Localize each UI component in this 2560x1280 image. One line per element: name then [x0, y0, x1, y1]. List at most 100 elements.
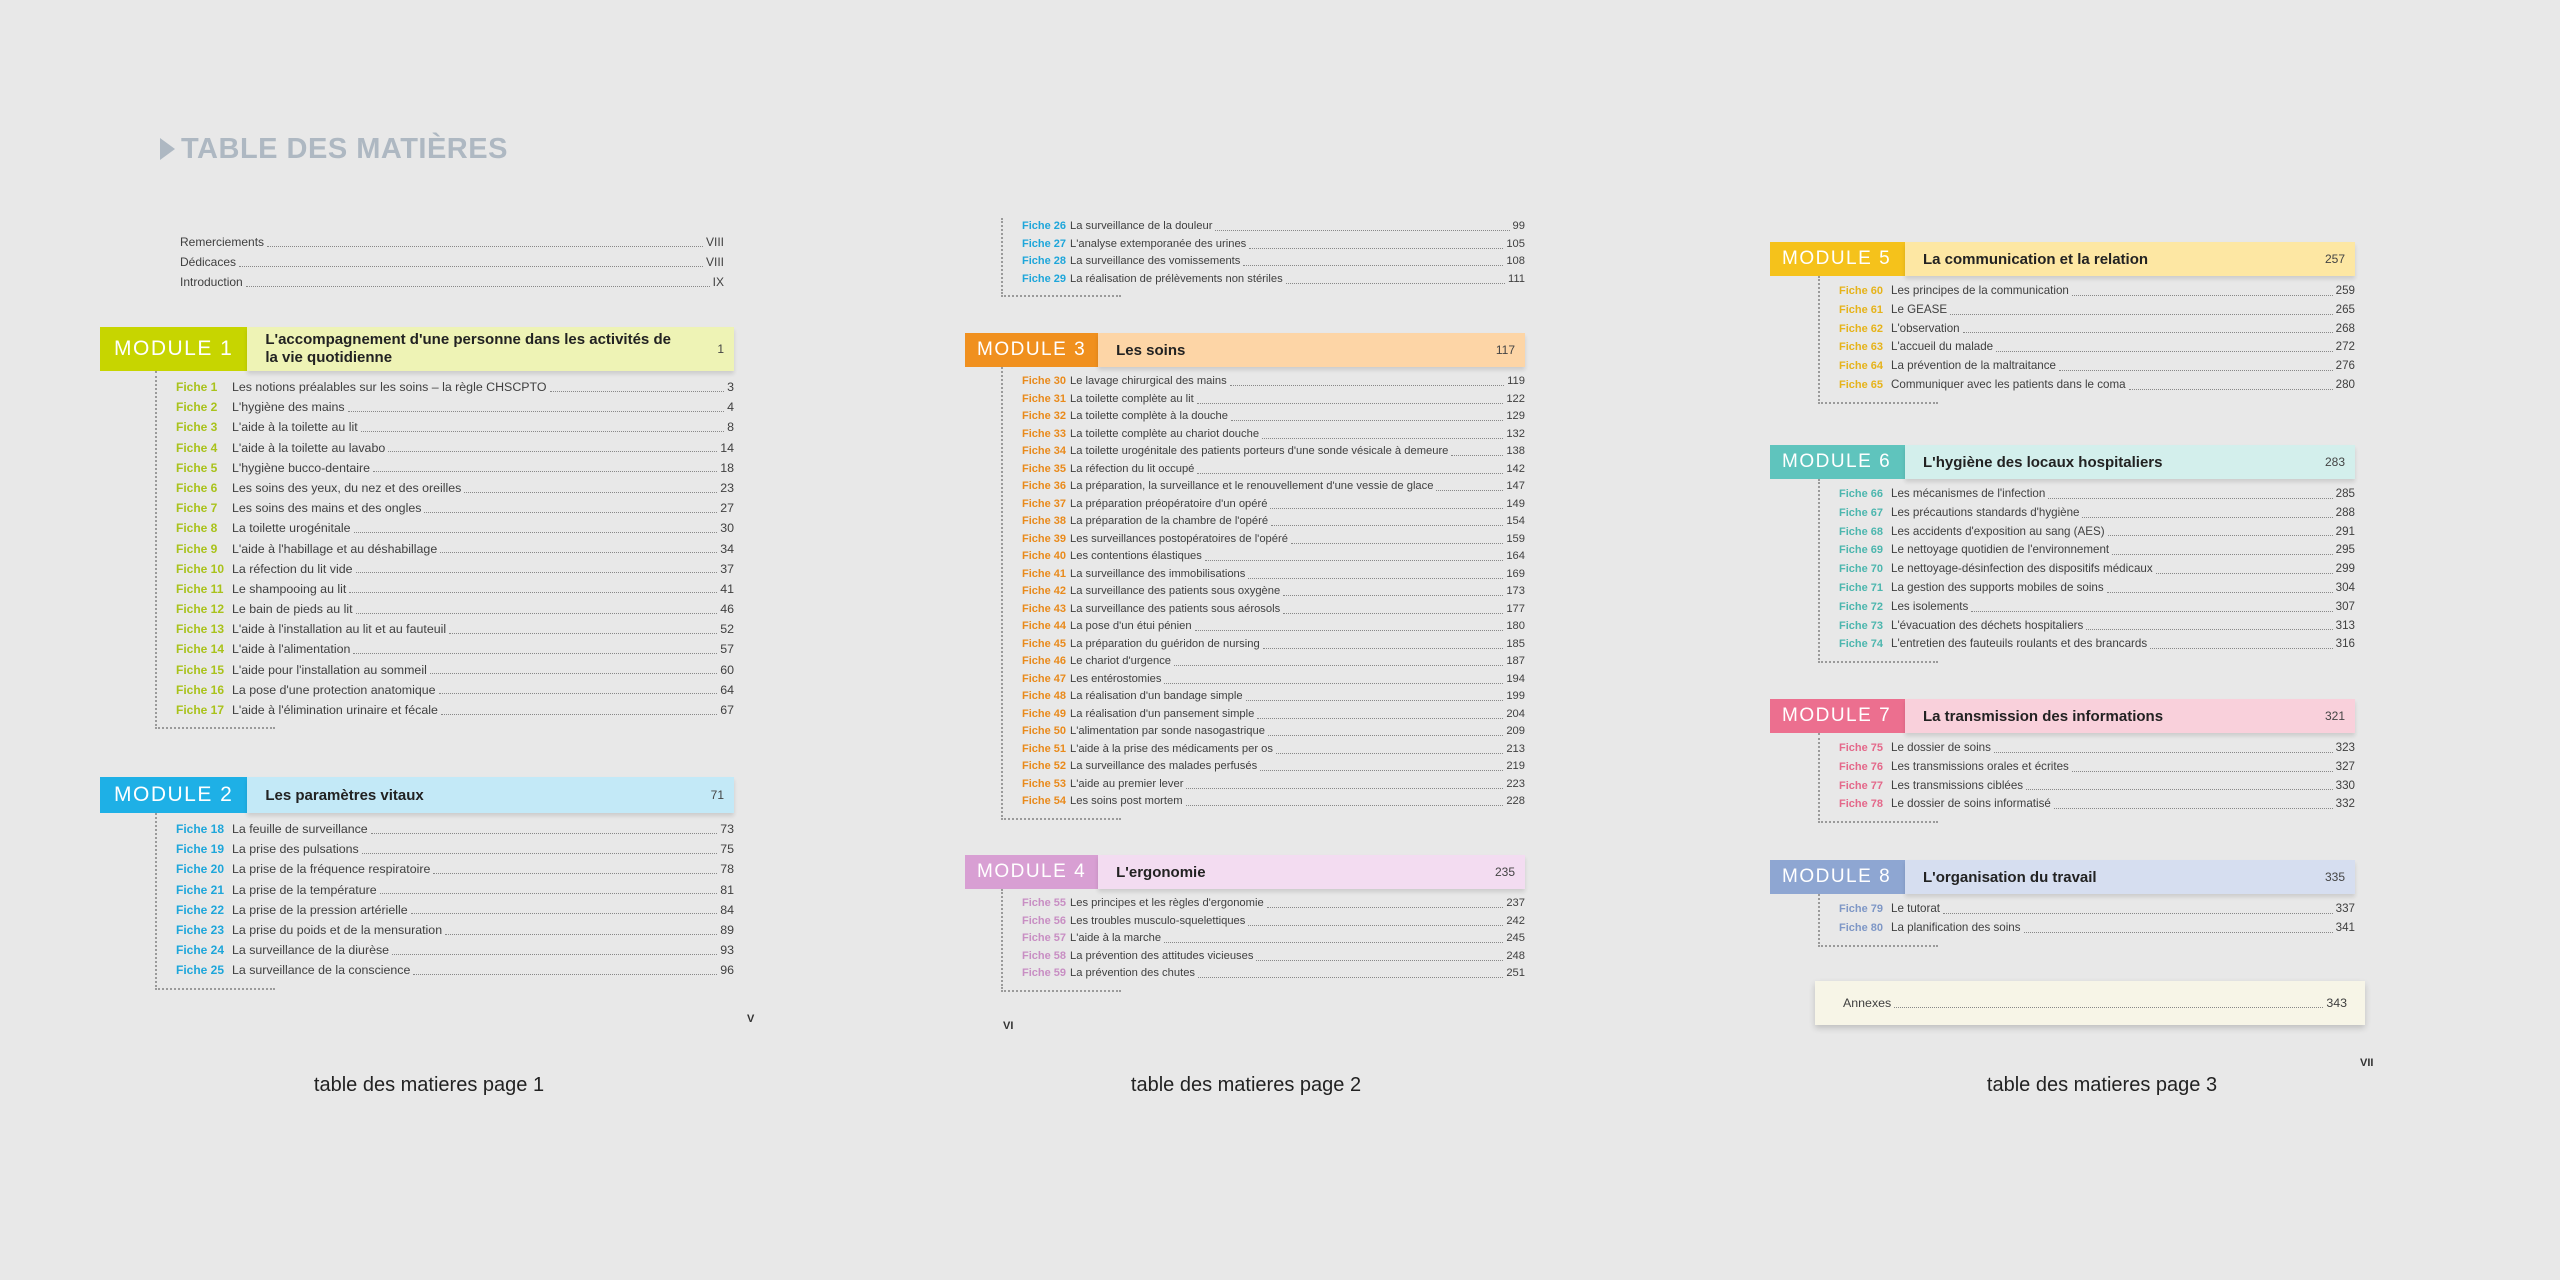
toc-row[interactable]: Fiche 65 Communiquer avec les patients da… [1839, 376, 2355, 395]
toc-row[interactable]: Fiche 16 La pose d'une protection anatomi… [176, 680, 734, 700]
toc-row[interactable]: Fiche 72 Les isolements 307 [1839, 598, 2355, 617]
toc-row[interactable]: Fiche 60 Les principes de la communicatio… [1839, 282, 2355, 301]
entry-title: L'aide à l'habillage et au déshabillage [232, 541, 438, 556]
toc-row[interactable]: Fiche 26 La surveillance de la douleur 99 [1022, 218, 1525, 236]
toc-row[interactable]: Fiche 52 La surveillance des malades perf… [1022, 758, 1525, 776]
toc-row[interactable]: Fiche 61 Le GEASE 265 [1839, 301, 2355, 320]
toc-row[interactable]: Fiche 78 Le dossier de soins informatisé 3… [1839, 795, 2355, 814]
module-header[interactable]: MODULE 3 Les soins 117 [965, 333, 1525, 367]
toc-row[interactable]: Fiche 41 La surveillance des immobilisati… [1022, 566, 1525, 584]
toc-row[interactable]: Fiche 76 Les transmissions orales et écri… [1839, 758, 2355, 777]
toc-row[interactable]: Fiche 73 L'évacuation des déchets hospita… [1839, 617, 2355, 636]
toc-row[interactable]: Fiche 2 L'hygiène des mains 4 [176, 397, 734, 417]
module-header[interactable]: MODULE 7 La transmission des informations… [1770, 699, 2355, 733]
entry-page: VIII [705, 255, 724, 270]
toc-row[interactable]: Fiche 11 Le shampooing au lit 41 [176, 579, 734, 599]
toc-row[interactable]: Fiche 40 Les contentions élastiques 164 [1022, 548, 1525, 566]
toc-row[interactable]: Dédicaces VIII [180, 252, 724, 272]
toc-row[interactable]: Fiche 48 La réalisation d'un bandage simp… [1022, 688, 1525, 706]
toc-row[interactable]: Fiche 31 La toilette complète au lit 122 [1022, 391, 1525, 409]
toc-row[interactable]: Fiche 67 Les précautions standards d'hygi… [1839, 504, 2355, 523]
leader-dots [2128, 388, 2333, 390]
toc-row[interactable]: Fiche 19 La prise des pulsations 75 [176, 839, 734, 859]
toc-row[interactable]: Fiche 13 L'aide à l'installation au lit e… [176, 619, 734, 639]
toc-row[interactable]: Fiche 66 Les mécanismes de l'infection 285 [1839, 485, 2355, 504]
toc-row[interactable]: Fiche 57 L'aide à la marche 245 [1022, 930, 1525, 948]
toc-row[interactable]: Fiche 74 L'entretien des fauteuils roulan… [1839, 635, 2355, 654]
module-header[interactable]: MODULE 6 L'hygiène des locaux hospitalier… [1770, 445, 2355, 479]
toc-row[interactable]: Fiche 23 La prise du poids et de la mensu… [176, 920, 734, 940]
toc-row[interactable]: Fiche 35 La réfection du lit occupé 142 [1022, 461, 1525, 479]
toc-row[interactable]: Fiche 51 L'aide à la prise des médicament… [1022, 741, 1525, 759]
toc-row[interactable]: Fiche 30 Le lavage chirurgical des mains 1… [1022, 373, 1525, 391]
entry-page: 37 [720, 561, 734, 576]
toc-row[interactable]: Fiche 3 L'aide à la toilette au lit 8 [176, 417, 734, 437]
toc-row[interactable]: Fiche 15 L'aide pour l'installation au so… [176, 660, 734, 680]
module-header[interactable]: MODULE 1 L'accompagnement d'une personne … [100, 327, 734, 371]
toc-row[interactable]: Fiche 77 Les transmissions ciblées 330 [1839, 777, 2355, 796]
toc-row[interactable]: Fiche 17 L'aide à l'élimination urinaire … [176, 700, 734, 720]
toc-row[interactable]: Fiche 62 L'observation 268 [1839, 320, 2355, 339]
toc-row[interactable]: Fiche 32 La toilette complète à la douche… [1022, 408, 1525, 426]
toc-row[interactable]: Fiche 27 L'analyse extemporanée des urine… [1022, 236, 1525, 254]
toc-row[interactable]: Fiche 28 La surveillance des vomissements… [1022, 253, 1525, 271]
toc-row[interactable]: Fiche 29 La réalisation de prélèvements n… [1022, 271, 1525, 289]
toc-row[interactable]: Fiche 34 La toilette urogénitale des pati… [1022, 443, 1525, 461]
toc-row[interactable]: Fiche 1 Les notions préalables sur les so… [176, 377, 734, 397]
leader-dots [373, 471, 718, 473]
toc-row[interactable]: Fiche 64 La prévention de la maltraitance… [1839, 357, 2355, 376]
toc-row[interactable]: Fiche 43 La surveillance des patients sou… [1022, 601, 1525, 619]
toc-row[interactable]: Fiche 39 Les surveillances postopératoire… [1022, 531, 1525, 549]
toc-row[interactable]: Fiche 55 Les principes et les règles d'er… [1022, 895, 1525, 913]
toc-row[interactable]: Fiche 80 La planification des soins 341 [1839, 919, 2355, 938]
toc-row[interactable]: Fiche 21 La prise de la température 81 [176, 880, 734, 900]
module-header[interactable]: MODULE 8 L'organisation du travail 335 [1770, 860, 2355, 894]
toc-row[interactable]: Fiche 58 La prévention des attitudes vici… [1022, 948, 1525, 966]
toc-row[interactable]: Fiche 53 L'aide au premier lever 223 [1022, 776, 1525, 794]
toc-row[interactable]: Fiche 63 L'accueil du malade 272 [1839, 338, 2355, 357]
toc-row[interactable]: Fiche 70 Le nettoyage-désinfection des di… [1839, 560, 2355, 579]
toc-row[interactable]: Fiche 9 L'aide à l'habillage et au déshab… [176, 539, 734, 559]
toc-row[interactable]: Fiche 8 La toilette urogénitale 30 [176, 518, 734, 538]
toc-row[interactable]: Fiche 5 L'hygiène bucco-dentaire 18 [176, 458, 734, 478]
toc-row[interactable]: Fiche 71 La gestion des supports mobiles … [1839, 579, 2355, 598]
toc-row[interactable]: Fiche 50 L'alimentation par sonde nasogas… [1022, 723, 1525, 741]
toc-row[interactable]: Fiche 37 La préparation préopératoire d'u… [1022, 496, 1525, 514]
toc-row[interactable]: Fiche 54 Les soins post mortem 228 [1022, 793, 1525, 811]
module-header[interactable]: MODULE 5 La communication et la relation 2… [1770, 242, 2355, 276]
toc-row[interactable]: Fiche 10 La réfection du lit vide 37 [176, 559, 734, 579]
toc-row[interactable]: Fiche 33 La toilette complète au chariot … [1022, 426, 1525, 444]
toc-row[interactable]: Fiche 59 La prévention des chutes 251 [1022, 965, 1525, 983]
toc-row[interactable]: Fiche 45 La préparation du guéridon de nu… [1022, 636, 1525, 654]
toc-row[interactable]: Fiche 7 Les soins des mains et des ongles… [176, 498, 734, 518]
toc-row[interactable]: Fiche 56 Les troubles musculo-squelettiqu… [1022, 913, 1525, 931]
toc-row[interactable]: Fiche 69 Le nettoyage quotidien de l'envi… [1839, 541, 2355, 560]
toc-row[interactable]: Fiche 36 La préparation, la surveillance … [1022, 478, 1525, 496]
toc-row[interactable]: Fiche 22 La prise de la pression artériel… [176, 900, 734, 920]
toc-row[interactable]: Fiche 44 La pose d'un étui pénien 180 [1022, 618, 1525, 636]
toc-row[interactable]: Fiche 49 La réalisation d'un pansement si… [1022, 706, 1525, 724]
module-header[interactable]: MODULE 2 Les paramètres vitaux 71 [100, 777, 734, 813]
toc-row[interactable]: Fiche 79 Le tutorat 337 [1839, 900, 2355, 919]
toc-row[interactable]: Remerciements VIII [180, 232, 724, 252]
toc-row[interactable]: Fiche 24 La surveillance de la diurèse 93 [176, 940, 734, 960]
toc-row[interactable]: Fiche 38 La préparation de la chambre de … [1022, 513, 1525, 531]
toc-row[interactable]: Fiche 75 Le dossier de soins 323 [1839, 739, 2355, 758]
annexes-row[interactable]: Annexes 343 [1843, 981, 2347, 1025]
toc-row[interactable]: Introduction IX [180, 272, 724, 292]
fiche-number: Fiche 45 [1022, 637, 1067, 650]
toc-row[interactable]: Fiche 42 La surveillance des patients sou… [1022, 583, 1525, 601]
toc-row[interactable]: Fiche 18 La feuille de surveillance 73 [176, 819, 734, 839]
fiche-number: Fiche 26 [1022, 220, 1067, 232]
toc-row[interactable]: Fiche 12 Le bain de pieds au lit 46 [176, 599, 734, 619]
toc-row[interactable]: Fiche 14 L'aide à l'alimentation 57 [176, 639, 734, 659]
toc-row[interactable]: Fiche 20 La prise de la fréquence respira… [176, 859, 734, 879]
toc-row[interactable]: Fiche 4 L'aide à la toilette au lavabo 14 [176, 438, 734, 458]
toc-row[interactable]: Fiche 25 La surveillance de la conscience… [176, 960, 734, 980]
toc-row[interactable]: Fiche 46 Le chariot d'urgence 187 [1022, 653, 1525, 671]
fiche-number: Fiche 56 [1022, 914, 1067, 927]
toc-row[interactable]: Fiche 47 Les entérostomies 194 [1022, 671, 1525, 689]
toc-row[interactable]: Fiche 6 Les soins des yeux, du nez et des… [176, 478, 734, 498]
toc-row[interactable]: Fiche 68 Les accidents d'exposition au sa… [1839, 523, 2355, 542]
module-header[interactable]: MODULE 4 L'ergonomie 235 [965, 855, 1525, 889]
